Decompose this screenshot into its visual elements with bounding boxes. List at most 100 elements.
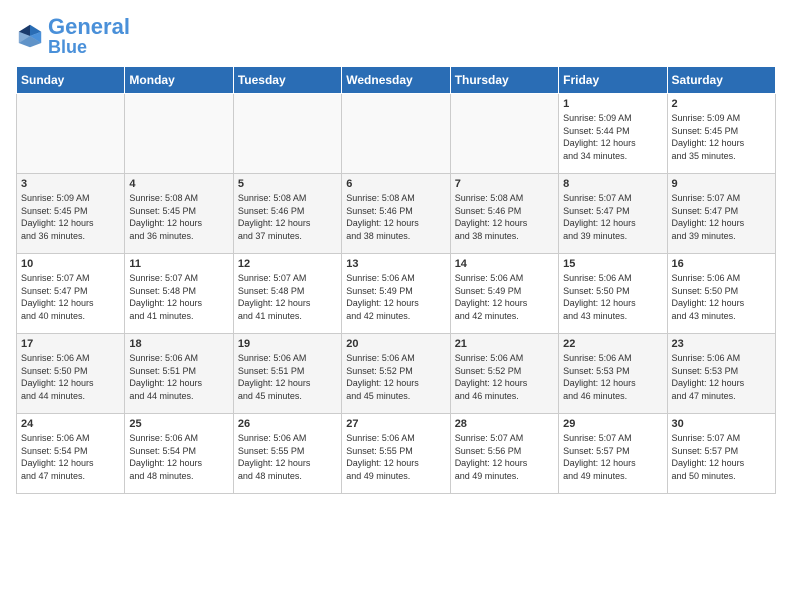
calendar-cell: 18 Sunrise: 5:06 AM Sunset: 5:51 PM Dayli… — [125, 334, 233, 414]
calendar-cell — [233, 94, 341, 174]
day-info: Sunrise: 5:09 AM Sunset: 5:44 PM Dayligh… — [563, 112, 662, 162]
day-info: Sunrise: 5:09 AM Sunset: 5:45 PM Dayligh… — [672, 112, 771, 162]
day-number: 7 — [455, 178, 554, 190]
day-number: 30 — [672, 418, 771, 430]
day-info: Sunrise: 5:09 AM Sunset: 5:45 PM Dayligh… — [21, 192, 120, 242]
day-number: 27 — [346, 418, 445, 430]
day-info: Sunrise: 5:06 AM Sunset: 5:50 PM Dayligh… — [563, 272, 662, 322]
calendar-week-row: 1 Sunrise: 5:09 AM Sunset: 5:44 PM Daylig… — [17, 94, 776, 174]
day-number: 11 — [129, 258, 228, 270]
weekday-header: Thursday — [450, 67, 558, 94]
calendar-cell: 6 Sunrise: 5:08 AM Sunset: 5:46 PM Daylig… — [342, 174, 450, 254]
calendar-cell: 2 Sunrise: 5:09 AM Sunset: 5:45 PM Daylig… — [667, 94, 775, 174]
calendar-cell: 20 Sunrise: 5:06 AM Sunset: 5:52 PM Dayli… — [342, 334, 450, 414]
calendar-week-row: 10 Sunrise: 5:07 AM Sunset: 5:47 PM Dayli… — [17, 254, 776, 334]
calendar-cell — [125, 94, 233, 174]
calendar-cell: 10 Sunrise: 5:07 AM Sunset: 5:47 PM Dayli… — [17, 254, 125, 334]
calendar-cell: 1 Sunrise: 5:09 AM Sunset: 5:44 PM Daylig… — [559, 94, 667, 174]
calendar-cell: 23 Sunrise: 5:06 AM Sunset: 5:53 PM Dayli… — [667, 334, 775, 414]
day-number: 8 — [563, 178, 662, 190]
day-number: 4 — [129, 178, 228, 190]
calendar-cell: 16 Sunrise: 5:06 AM Sunset: 5:50 PM Dayli… — [667, 254, 775, 334]
day-number: 21 — [455, 338, 554, 350]
day-number: 13 — [346, 258, 445, 270]
calendar-cell: 17 Sunrise: 5:06 AM Sunset: 5:50 PM Dayli… — [17, 334, 125, 414]
day-info: Sunrise: 5:06 AM Sunset: 5:53 PM Dayligh… — [672, 352, 771, 402]
day-info: Sunrise: 5:08 AM Sunset: 5:46 PM Dayligh… — [346, 192, 445, 242]
calendar-cell: 21 Sunrise: 5:06 AM Sunset: 5:52 PM Dayli… — [450, 334, 558, 414]
day-info: Sunrise: 5:07 AM Sunset: 5:47 PM Dayligh… — [672, 192, 771, 242]
day-number: 24 — [21, 418, 120, 430]
day-number: 1 — [563, 98, 662, 110]
calendar-cell: 28 Sunrise: 5:07 AM Sunset: 5:56 PM Dayli… — [450, 414, 558, 494]
calendar-week-row: 24 Sunrise: 5:06 AM Sunset: 5:54 PM Dayli… — [17, 414, 776, 494]
day-number: 5 — [238, 178, 337, 190]
day-number: 9 — [672, 178, 771, 190]
calendar-cell: 12Sunrise: 5:07 AM Sunset: 5:48 PM Dayli… — [233, 254, 341, 334]
day-info: Sunrise: 5:06 AM Sunset: 5:51 PM Dayligh… — [238, 352, 337, 402]
day-number: 23 — [672, 338, 771, 350]
calendar-cell: 29Sunrise: 5:07 AM Sunset: 5:57 PM Dayli… — [559, 414, 667, 494]
calendar-cell: 24 Sunrise: 5:06 AM Sunset: 5:54 PM Dayli… — [17, 414, 125, 494]
weekday-header: Friday — [559, 67, 667, 94]
day-info: Sunrise: 5:06 AM Sunset: 5:53 PM Dayligh… — [563, 352, 662, 402]
weekday-header: Saturday — [667, 67, 775, 94]
day-number: 2 — [672, 98, 771, 110]
day-number: 26 — [238, 418, 337, 430]
calendar-cell: 5Sunrise: 5:08 AM Sunset: 5:46 PM Daylig… — [233, 174, 341, 254]
day-info: Sunrise: 5:06 AM Sunset: 5:51 PM Dayligh… — [129, 352, 228, 402]
day-number: 17 — [21, 338, 120, 350]
weekday-header: Wednesday — [342, 67, 450, 94]
day-number: 22 — [563, 338, 662, 350]
day-info: Sunrise: 5:06 AM Sunset: 5:52 PM Dayligh… — [455, 352, 554, 402]
day-number: 20 — [346, 338, 445, 350]
calendar-cell — [342, 94, 450, 174]
day-number: 14 — [455, 258, 554, 270]
day-number: 16 — [672, 258, 771, 270]
day-number: 3 — [21, 178, 120, 190]
weekday-header: Sunday — [17, 67, 125, 94]
day-number: 10 — [21, 258, 120, 270]
day-number: 25 — [129, 418, 228, 430]
day-info: Sunrise: 5:06 AM Sunset: 5:54 PM Dayligh… — [21, 432, 120, 482]
day-info: Sunrise: 5:07 AM Sunset: 5:47 PM Dayligh… — [563, 192, 662, 242]
day-number: 19 — [238, 338, 337, 350]
day-number: 15 — [563, 258, 662, 270]
weekday-header: Tuesday — [233, 67, 341, 94]
calendar-cell: 11 Sunrise: 5:07 AM Sunset: 5:48 PM Dayli… — [125, 254, 233, 334]
calendar-cell: 25 Sunrise: 5:06 AM Sunset: 5:54 PM Dayli… — [125, 414, 233, 494]
calendar-cell: 30Sunrise: 5:07 AM Sunset: 5:57 PM Dayli… — [667, 414, 775, 494]
calendar-week-row: 17 Sunrise: 5:06 AM Sunset: 5:50 PM Dayli… — [17, 334, 776, 414]
calendar-cell: 7Sunrise: 5:08 AM Sunset: 5:46 PM Daylig… — [450, 174, 558, 254]
day-number: 28 — [455, 418, 554, 430]
weekday-header: Monday — [125, 67, 233, 94]
day-info: Sunrise: 5:08 AM Sunset: 5:45 PM Dayligh… — [129, 192, 228, 242]
day-info: Sunrise: 5:06 AM Sunset: 5:52 PM Dayligh… — [346, 352, 445, 402]
day-info: Sunrise: 5:06 AM Sunset: 5:50 PM Dayligh… — [672, 272, 771, 322]
calendar-cell: 26Sunrise: 5:06 AM Sunset: 5:55 PM Dayli… — [233, 414, 341, 494]
calendar-cell: 4 Sunrise: 5:08 AM Sunset: 5:45 PM Daylig… — [125, 174, 233, 254]
calendar-cell: 14Sunrise: 5:06 AM Sunset: 5:49 PM Dayli… — [450, 254, 558, 334]
day-info: Sunrise: 5:07 AM Sunset: 5:47 PM Dayligh… — [21, 272, 120, 322]
page-header: General Blue — [16, 16, 776, 56]
logo-icon — [16, 22, 44, 50]
calendar-week-row: 3 Sunrise: 5:09 AM Sunset: 5:45 PM Daylig… — [17, 174, 776, 254]
day-info: Sunrise: 5:07 AM Sunset: 5:57 PM Dayligh… — [563, 432, 662, 482]
day-info: Sunrise: 5:07 AM Sunset: 5:48 PM Dayligh… — [129, 272, 228, 322]
logo-text2: Blue — [48, 38, 130, 56]
calendar-cell: 22 Sunrise: 5:06 AM Sunset: 5:53 PM Dayli… — [559, 334, 667, 414]
calendar-cell: 3 Sunrise: 5:09 AM Sunset: 5:45 PM Daylig… — [17, 174, 125, 254]
day-info: Sunrise: 5:06 AM Sunset: 5:54 PM Dayligh… — [129, 432, 228, 482]
day-number: 6 — [346, 178, 445, 190]
calendar-cell: 27 Sunrise: 5:06 AM Sunset: 5:55 PM Dayli… — [342, 414, 450, 494]
day-info: Sunrise: 5:06 AM Sunset: 5:50 PM Dayligh… — [21, 352, 120, 402]
day-info: Sunrise: 5:07 AM Sunset: 5:48 PM Dayligh… — [238, 272, 337, 322]
calendar-cell — [450, 94, 558, 174]
day-info: Sunrise: 5:06 AM Sunset: 5:49 PM Dayligh… — [346, 272, 445, 322]
calendar-cell: 9 Sunrise: 5:07 AM Sunset: 5:47 PM Daylig… — [667, 174, 775, 254]
calendar-cell: 13 Sunrise: 5:06 AM Sunset: 5:49 PM Dayli… — [342, 254, 450, 334]
day-info: Sunrise: 5:06 AM Sunset: 5:55 PM Dayligh… — [346, 432, 445, 482]
day-number: 18 — [129, 338, 228, 350]
day-info: Sunrise: 5:07 AM Sunset: 5:56 PM Dayligh… — [455, 432, 554, 482]
calendar-cell: 15 Sunrise: 5:06 AM Sunset: 5:50 PM Dayli… — [559, 254, 667, 334]
